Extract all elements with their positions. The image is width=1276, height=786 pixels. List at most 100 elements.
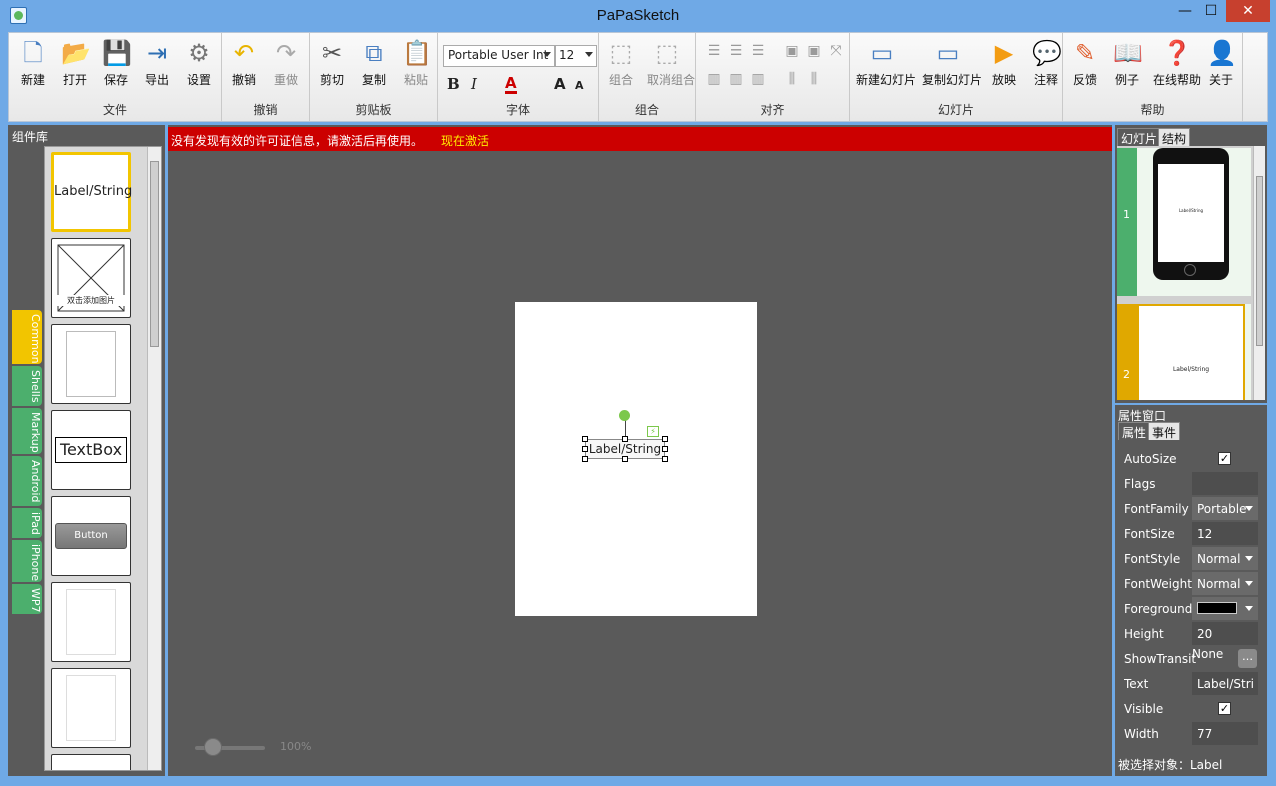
copy-button[interactable]: ⧉ 复制 — [354, 39, 394, 88]
height-field[interactable]: 20 — [1192, 622, 1258, 645]
examples-button[interactable]: 📖 例子 — [1107, 39, 1147, 88]
font-color-button[interactable]: A — [505, 75, 517, 94]
bold-button[interactable]: B — [447, 75, 460, 93]
tab-markup[interactable]: Markup — [12, 408, 42, 454]
component-label-string[interactable]: Label/String — [51, 152, 132, 232]
distribute-vertical-icon[interactable]: ⫼ — [804, 69, 824, 89]
annotate-button[interactable]: 💬 注释 — [1026, 39, 1066, 88]
resize-handle-w[interactable] — [582, 446, 588, 452]
rotate-handle[interactable] — [619, 410, 630, 421]
font-size-select[interactable]: 12 — [555, 45, 597, 67]
resize-handle-s[interactable] — [622, 456, 628, 462]
visible-checkbox[interactable]: ✓ — [1218, 702, 1231, 715]
new-button[interactable]: 🗋 新建 — [13, 39, 53, 88]
component-button[interactable]: Button — [51, 496, 131, 576]
tab-structure[interactable]: 结构 — [1158, 128, 1191, 146]
activate-link[interactable]: 现在激活 — [441, 134, 489, 148]
tab-wp7[interactable]: WP7 — [12, 584, 42, 614]
resize-handle-sw[interactable] — [582, 456, 588, 462]
tab-android[interactable]: Android — [12, 456, 42, 506]
autosize-checkbox[interactable]: ✓ — [1218, 452, 1231, 465]
slides-scrollbar[interactable] — [1253, 146, 1265, 400]
fontfamily-select[interactable]: Portable — [1192, 497, 1258, 520]
fontsize-field[interactable]: 12 — [1192, 522, 1258, 545]
grow-font-button[interactable]: A — [554, 75, 566, 93]
send-back-icon[interactable]: ▣ — [804, 41, 824, 61]
ribbon: 🗋 新建 📂 打开 💾 保存 ⇥ 导出 ⚙ 设置 文件 ↶ 撤销 ↷ 重做 撤销… — [8, 32, 1268, 122]
open-button[interactable]: 📂 打开 — [55, 39, 95, 88]
about-button[interactable]: 👤 关于 — [1201, 39, 1241, 88]
component-rectangle[interactable] — [51, 324, 131, 404]
foreground-color-select[interactable] — [1192, 597, 1258, 620]
component-next[interactable] — [51, 754, 131, 770]
ungroup-label: 取消组合 — [647, 73, 696, 87]
component-image[interactable]: 双击添加图片 — [51, 238, 131, 318]
settings-button[interactable]: ⚙ 设置 — [179, 39, 219, 88]
resize-handle-e[interactable] — [662, 446, 668, 452]
cut-button[interactable]: ✂ 剪切 — [312, 39, 352, 88]
component-paragraph[interactable] — [51, 582, 131, 662]
resize-handle-ne[interactable] — [662, 436, 668, 442]
prop-name: AutoSize — [1124, 452, 1177, 466]
width-field[interactable]: 77 — [1192, 722, 1258, 745]
component-scrollbar[interactable] — [147, 147, 161, 770]
play-button[interactable]: ▶ 放映 — [984, 39, 1024, 88]
save-button[interactable]: 💾 保存 — [96, 39, 136, 88]
slide-thumbnail-2[interactable]: 2 Label/String — [1117, 304, 1251, 400]
component-list[interactable]: Label/String 双击添加图片 TextBox Button — [44, 146, 162, 771]
slide-number: 1 — [1123, 208, 1130, 221]
group-button[interactable]: ⬚ 组合 — [601, 39, 641, 88]
tab-slides[interactable]: 幻灯片 — [1117, 128, 1162, 146]
italic-button[interactable]: I — [471, 75, 477, 93]
bring-front-icon[interactable]: ▣ — [782, 41, 802, 61]
tab-ipad[interactable]: iPad — [12, 508, 42, 538]
cut-label: 剪切 — [319, 73, 344, 87]
component-scroll-thumb[interactable] — [150, 161, 159, 347]
event-icon[interactable]: ⚡ — [647, 426, 659, 437]
fontweight-select[interactable]: Normal — [1192, 572, 1258, 595]
distribute-horizontal-icon[interactable]: ⫼ — [782, 69, 802, 89]
align-top-icon[interactable]: ▥ — [704, 69, 724, 89]
shrink-font-button[interactable]: A — [575, 79, 584, 92]
minimize-button[interactable]: — — [1172, 0, 1198, 22]
tab-shells[interactable]: Shells — [12, 366, 42, 406]
export-button[interactable]: ⇥ 导出 — [137, 39, 177, 88]
align-middle-icon[interactable]: ▥ — [726, 69, 746, 89]
redo-button[interactable]: ↷ 重做 — [266, 39, 306, 88]
resize-handle-n[interactable] — [622, 436, 628, 442]
fontstyle-select[interactable]: Normal — [1192, 547, 1258, 570]
text-field[interactable]: Label/Stri — [1192, 672, 1258, 695]
font-family-select[interactable]: Portable User Int — [443, 45, 555, 67]
zoom-slider-thumb[interactable] — [204, 738, 222, 756]
tab-events[interactable]: 事件 — [1148, 422, 1181, 440]
online-help-button[interactable]: ❓ 在线帮助 — [1153, 39, 1201, 88]
align-right-icon[interactable]: ☰ — [748, 41, 768, 61]
align-center-icon[interactable]: ☰ — [726, 41, 746, 61]
fit-size-icon[interactable]: ⤧ — [826, 41, 846, 61]
copy-slide-button[interactable]: ▭ 复制幻灯片 — [922, 39, 982, 88]
page-canvas[interactable]: ⚡ Label/String — [515, 302, 757, 616]
slide-thumbnail-1[interactable]: 1 Label/String — [1117, 148, 1251, 296]
slides-list[interactable]: 1 Label/String 2 Label/String — [1117, 146, 1265, 400]
align-bottom-icon[interactable]: ▥ — [748, 69, 768, 89]
prop-row-flags: Flags — [1118, 471, 1264, 496]
paste-button[interactable]: 📋 粘贴 — [396, 39, 436, 88]
resize-handle-nw[interactable] — [582, 436, 588, 442]
component-textbox[interactable]: TextBox — [51, 410, 131, 490]
align-left-icon[interactable]: ☰ — [704, 41, 724, 61]
tab-common[interactable]: Common — [12, 310, 42, 364]
component-text-block[interactable] — [51, 668, 131, 748]
ellipsis-button[interactable]: … — [1238, 649, 1257, 668]
canvas-area[interactable]: 没有发现有效的许可证信息，请激活后再使用。 现在激活 ⚡ Label/String… — [168, 125, 1112, 776]
ungroup-button[interactable]: ⬚ 取消组合 — [647, 39, 696, 88]
tab-iphone[interactable]: iPhone — [12, 540, 42, 582]
feedback-button[interactable]: ✎ 反馈 — [1065, 39, 1105, 88]
maximize-button[interactable]: ☐ — [1198, 0, 1224, 22]
flags-field[interactable] — [1192, 472, 1258, 495]
slides-scroll-thumb[interactable] — [1256, 176, 1263, 346]
close-button[interactable]: ✕ — [1226, 0, 1270, 22]
undo-button[interactable]: ↶ 撤销 — [224, 39, 264, 88]
tab-properties[interactable]: 属性 — [1118, 422, 1151, 440]
resize-handle-se[interactable] — [662, 456, 668, 462]
new-slide-button[interactable]: ▭ 新建幻灯片 — [856, 39, 916, 88]
